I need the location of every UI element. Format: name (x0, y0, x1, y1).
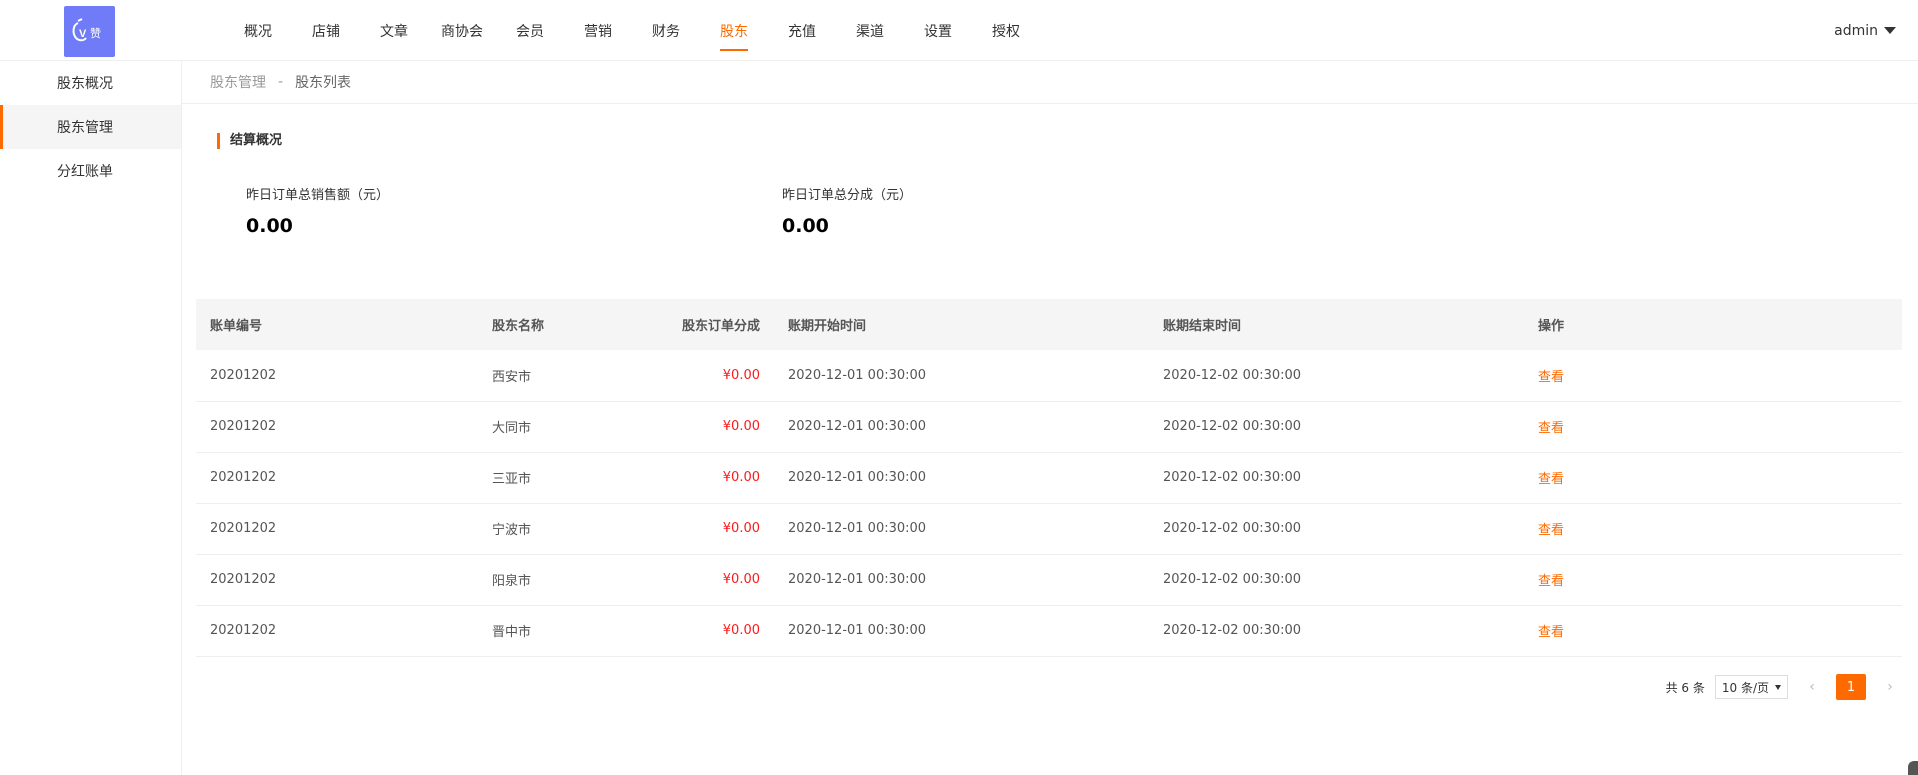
cell-period-start: 2020-12-01 00:30:00 (774, 605, 1149, 657)
cell-bill-id: 20201202 (196, 605, 478, 657)
bill-table: 账单编号 股东名称 股东订单分成 账期开始时间 账期结束时间 操作 202012… (196, 299, 1902, 657)
cell-period-end: 2020-12-02 00:30:00 (1149, 452, 1524, 504)
stat-label: 昨日订单总销售额（元） (246, 188, 390, 203)
main-nav: 概况 店铺 文章 商协会 会员 营销 财务 股东 充值 渠道 设置 授权 (224, 0, 1040, 61)
cell-order-share: ¥0.00 (628, 350, 774, 402)
cell-order-share: ¥0.00 (628, 554, 774, 606)
view-link[interactable]: 查看 (1538, 421, 1564, 436)
cell-shareholder-name: 阳泉市 (478, 554, 628, 606)
column-header-period-end: 账期结束时间 (1163, 319, 1242, 334)
cell-bill-id: 20201202 (196, 401, 478, 453)
cell-shareholder-name: 西安市 (478, 350, 628, 402)
cell-period-start: 2020-12-01 00:30:00 (774, 503, 1149, 555)
total-count: 共 6 条 (1665, 680, 1705, 695)
table-row: 20201202 阳泉市 ¥0.00 2020-12-01 00:30:00 2… (196, 554, 1902, 606)
nav-item-overview[interactable]: 概况 (224, 0, 292, 61)
column-header-shareholder-name: 股东名称 (492, 319, 545, 334)
pagination: 共 6 条 10 条/页 ‹ 1 › (1666, 674, 1904, 700)
cell-shareholder-name: 三亚市 (478, 452, 628, 504)
column-header-order-share: 股东订单分成 (681, 319, 760, 334)
breadcrumb-separator: - (278, 74, 284, 90)
cell-bill-id: 20201202 (196, 554, 478, 606)
cell-shareholder-name: 大同市 (478, 401, 628, 453)
stat-label: 昨日订单总分成（元） (782, 188, 913, 203)
chevron-right-icon[interactable]: › (1876, 674, 1904, 700)
nav-item-article[interactable]: 文章 (360, 0, 428, 61)
cell-order-share: ¥0.00 (628, 401, 774, 453)
view-link[interactable]: 查看 (1538, 625, 1564, 640)
page-number-current[interactable]: 1 (1836, 674, 1866, 700)
table-row: 20201202 大同市 ¥0.00 2020-12-01 00:30:00 2… (196, 401, 1902, 453)
cell-period-start: 2020-12-01 00:30:00 (774, 554, 1149, 606)
sidebar: 股东概况 股东管理 分红账单 (0, 61, 182, 775)
cell-period-end: 2020-12-02 00:30:00 (1149, 605, 1524, 657)
cell-bill-id: 20201202 (196, 452, 478, 504)
user-menu[interactable]: admin (1834, 0, 1896, 61)
table-row: 20201202 晋中市 ¥0.00 2020-12-01 00:30:00 2… (196, 605, 1902, 657)
nav-item-settings[interactable]: 设置 (904, 0, 972, 61)
breadcrumb-parent[interactable]: 股东管理 (210, 72, 266, 92)
nav-item-shop[interactable]: 店铺 (292, 0, 360, 61)
ev-logo-icon: V 赞 (72, 17, 101, 41)
table-row: 20201202 宁波市 ¥0.00 2020-12-01 00:30:00 2… (196, 503, 1902, 555)
sidebar-item-dividend-bills[interactable]: 分红账单 (0, 149, 181, 193)
cell-order-share: ¥0.00 (628, 503, 774, 555)
cell-period-start: 2020-12-01 00:30:00 (774, 452, 1149, 504)
cell-bill-id: 20201202 (196, 503, 478, 555)
stat-yesterday-sales: 昨日订单总销售额（元） 0.00 (246, 184, 389, 237)
nav-item-member[interactable]: 会员 (496, 0, 564, 61)
sidebar-item-shareholder-management[interactable]: 股东管理 (0, 105, 181, 149)
svg-text:V: V (79, 28, 87, 40)
cell-bill-id: 20201202 (196, 350, 478, 402)
view-link[interactable]: 查看 (1538, 523, 1564, 538)
caret-down-icon (1884, 27, 1896, 34)
top-bar: V 赞 概况 店铺 文章 商协会 会员 营销 财务 股东 充值 渠道 设置 授权… (0, 0, 1918, 61)
nav-item-chamber[interactable]: 商协会 (428, 0, 496, 61)
nav-item-authorize[interactable]: 授权 (972, 0, 1040, 61)
stat-value: 0.00 (246, 215, 293, 237)
chevron-left-icon[interactable]: ‹ (1798, 674, 1826, 700)
table-header-row: 账单编号 股东名称 股东订单分成 账期开始时间 账期结束时间 操作 (196, 299, 1902, 350)
cell-period-start: 2020-12-01 00:30:00 (774, 401, 1149, 453)
breadcrumb-current: 股东列表 (295, 75, 352, 91)
cell-period-start: 2020-12-01 00:30:00 (774, 350, 1149, 402)
cell-period-end: 2020-12-02 00:30:00 (1149, 401, 1524, 453)
cell-period-end: 2020-12-02 00:30:00 (1149, 554, 1524, 606)
dropdown-arrow-icon (1775, 684, 1781, 690)
stat-yesterday-share: 昨日订单总分成（元） 0.00 (782, 184, 912, 237)
app-logo[interactable]: V 赞 (64, 6, 115, 57)
nav-item-shareholder[interactable]: 股东 (700, 0, 768, 61)
cell-order-share: ¥0.00 (628, 452, 774, 504)
cell-period-end: 2020-12-02 00:30:00 (1149, 350, 1524, 402)
sidebar-item-shareholder-overview[interactable]: 股东概况 (0, 61, 181, 105)
cell-period-end: 2020-12-02 00:30:00 (1149, 503, 1524, 555)
page-size-value: 10 条/页 (1721, 680, 1769, 695)
scrollbar-handle[interactable] (1908, 761, 1918, 775)
column-header-actions: 操作 (1538, 319, 1565, 334)
cell-order-share: ¥0.00 (628, 605, 774, 657)
table-row: 20201202 西安市 ¥0.00 2020-12-01 00:30:00 2… (196, 350, 1902, 402)
nav-item-channel[interactable]: 渠道 (836, 0, 904, 61)
table-row: 20201202 三亚市 ¥0.00 2020-12-01 00:30:00 2… (196, 452, 1902, 504)
nav-item-recharge[interactable]: 充值 (768, 0, 836, 61)
view-link[interactable]: 查看 (1538, 574, 1564, 589)
main-content: 股东管理 - 股东列表 结算概况 昨日订单总销售额（元） 0.00 昨日订单总分… (182, 61, 1918, 775)
section-title: 结算概况 (217, 133, 282, 149)
column-header-bill-id: 账单编号 (210, 319, 263, 334)
view-link[interactable]: 查看 (1538, 472, 1564, 487)
logo-text: 赞 (90, 27, 101, 40)
cell-shareholder-name: 晋中市 (478, 605, 628, 657)
nav-item-marketing[interactable]: 营销 (564, 0, 632, 61)
view-link[interactable]: 查看 (1538, 370, 1564, 385)
user-name: admin (1834, 22, 1878, 39)
column-header-period-start: 账期开始时间 (788, 319, 867, 334)
nav-item-finance[interactable]: 财务 (632, 0, 700, 61)
stat-value: 0.00 (782, 215, 829, 237)
page-size-select[interactable]: 10 条/页 (1714, 675, 1788, 699)
cell-shareholder-name: 宁波市 (478, 503, 628, 555)
breadcrumb: 股东管理 - 股东列表 (182, 61, 1918, 104)
